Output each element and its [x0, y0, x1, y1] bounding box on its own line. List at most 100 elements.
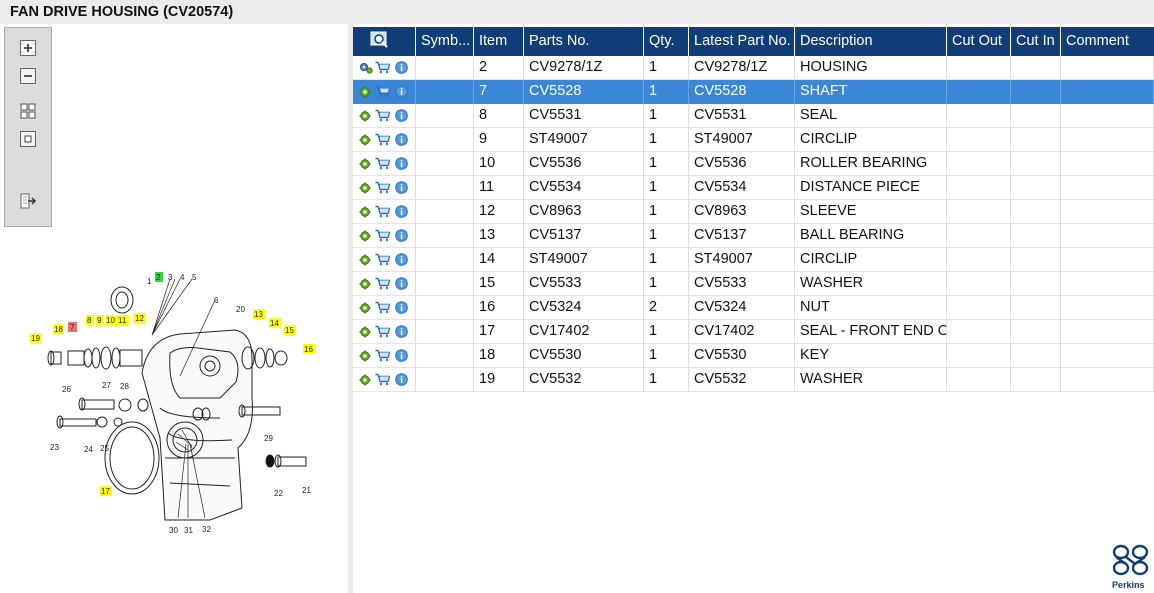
svg-text:2: 2 — [156, 273, 161, 282]
cut-in-cell — [1011, 104, 1061, 128]
table-row[interactable]: 7 CV5528 1 CV5528 SHAFT — [353, 80, 1154, 104]
symbol-cell — [416, 128, 474, 152]
cart-icon[interactable] — [375, 325, 391, 342]
gear-icon[interactable] — [359, 326, 371, 342]
svg-text:29: 29 — [264, 434, 273, 443]
info-icon[interactable] — [395, 325, 408, 342]
table-row[interactable]: 17 CV17402 1 CV17402 SEAL - FRONT END OI — [353, 320, 1154, 344]
info-icon[interactable] — [395, 277, 408, 294]
gear-icon[interactable] — [359, 86, 371, 102]
cut-out-cell — [947, 200, 1011, 224]
info-icon[interactable] — [395, 157, 408, 174]
item-cell: 17 — [474, 320, 524, 344]
table-row[interactable]: 11 CV5534 1 CV5534 DISTANCE PIECE — [353, 176, 1154, 200]
gear-icon[interactable] — [359, 158, 371, 174]
header-description[interactable]: Description — [795, 27, 947, 56]
header-comment[interactable]: Comment — [1061, 27, 1154, 56]
info-icon[interactable] — [395, 181, 408, 198]
table-row[interactable]: 13 CV5137 1 CV5137 BALL BEARING — [353, 224, 1154, 248]
export-button[interactable] — [18, 191, 38, 211]
cart-icon[interactable] — [375, 181, 391, 198]
info-icon[interactable] — [395, 301, 408, 318]
item-cell: 12 — [474, 200, 524, 224]
gear-icon[interactable] — [359, 278, 371, 294]
cart-icon[interactable] — [375, 277, 391, 294]
header-parts-no[interactable]: Parts No. — [524, 27, 644, 56]
cart-icon[interactable] — [375, 349, 391, 366]
cart-icon[interactable] — [375, 205, 391, 222]
cut-in-cell — [1011, 224, 1061, 248]
svg-text:19: 19 — [31, 334, 40, 343]
qty-cell: 1 — [644, 152, 689, 176]
gears-icon[interactable] — [359, 62, 373, 78]
icons-cell — [353, 152, 416, 176]
cart-icon[interactable] — [375, 229, 391, 246]
qty-cell: 1 — [644, 272, 689, 296]
gear-icon[interactable] — [359, 182, 371, 198]
cart-icon[interactable] — [375, 109, 391, 126]
header-symbol[interactable]: Symb... — [416, 27, 474, 56]
icons-cell — [353, 224, 416, 248]
exploded-parts-diagram[interactable]: 1 2 3 4 5 6 7 18 19 8 9 10 11 12 20 13 1… — [20, 258, 320, 548]
cut-out-cell — [947, 80, 1011, 104]
gear-icon[interactable] — [359, 350, 371, 366]
table-row[interactable]: 16 CV5324 2 CV5324 NUT — [353, 296, 1154, 320]
info-icon[interactable] — [395, 205, 408, 222]
comment-cell — [1061, 296, 1154, 320]
latest-part-no-cell: CV5324 — [689, 296, 795, 320]
actual-size-button[interactable] — [18, 129, 38, 149]
table-row[interactable]: 2 CV9278/1Z 1 CV9278/1Z HOUSING — [353, 56, 1154, 80]
info-icon[interactable] — [395, 133, 408, 150]
cart-icon[interactable] — [375, 133, 391, 150]
cart-icon[interactable] — [375, 61, 391, 78]
info-icon[interactable] — [395, 229, 408, 246]
info-icon[interactable] — [395, 373, 408, 390]
gear-icon[interactable] — [359, 374, 371, 390]
qty-cell: 1 — [644, 56, 689, 80]
svg-text:7: 7 — [70, 323, 75, 332]
info-icon[interactable] — [395, 253, 408, 270]
svg-text:6: 6 — [214, 296, 219, 305]
comment-cell — [1061, 224, 1154, 248]
header-cut-out[interactable]: Cut Out — [947, 27, 1011, 56]
cart-icon[interactable] — [375, 253, 391, 270]
header-cut-in[interactable]: Cut In — [1011, 27, 1061, 56]
gear-icon[interactable] — [359, 254, 371, 270]
gear-icon[interactable] — [359, 134, 371, 150]
header-latest-part-no[interactable]: Latest Part No. — [689, 27, 795, 56]
gear-icon[interactable] — [359, 230, 371, 246]
table-row[interactable]: 19 CV5532 1 CV5532 WASHER — [353, 368, 1154, 392]
table-row[interactable]: 14 ST49007 1 ST49007 CIRCLIP — [353, 248, 1154, 272]
header-qty[interactable]: Qty. — [644, 27, 689, 56]
info-icon[interactable] — [395, 109, 408, 126]
cart-icon[interactable] — [375, 157, 391, 174]
table-row[interactable]: 9 ST49007 1 ST49007 CIRCLIP — [353, 128, 1154, 152]
table-row[interactable]: 15 CV5533 1 CV5533 WASHER — [353, 272, 1154, 296]
info-icon[interactable] — [395, 85, 408, 102]
info-icon[interactable] — [395, 61, 408, 78]
symbol-cell — [416, 320, 474, 344]
parts-no-cell: ST49007 — [524, 128, 644, 152]
table-row[interactable]: 18 CV5530 1 CV5530 KEY — [353, 344, 1154, 368]
svg-text:9: 9 — [97, 316, 102, 325]
header-item[interactable]: Item — [474, 27, 524, 56]
table-row[interactable]: 8 CV5531 1 CV5531 SEAL — [353, 104, 1154, 128]
gear-icon[interactable] — [359, 206, 371, 222]
comment-cell — [1061, 80, 1154, 104]
fit-all-button[interactable] — [18, 101, 38, 121]
table-row[interactable]: 12 CV8963 1 CV8963 SLEEVE — [353, 200, 1154, 224]
info-icon[interactable] — [395, 349, 408, 366]
gear-icon[interactable] — [359, 302, 371, 318]
cart-icon[interactable] — [375, 301, 391, 318]
latest-part-no-cell: CV9278/1Z — [689, 56, 795, 80]
comment-cell — [1061, 272, 1154, 296]
zoom-in-button[interactable] — [18, 38, 38, 58]
cart-icon[interactable] — [375, 85, 391, 102]
cart-icon[interactable] — [375, 373, 391, 390]
table-row[interactable]: 10 CV5536 1 CV5536 ROLLER BEARING — [353, 152, 1154, 176]
zoom-out-button[interactable] — [18, 66, 38, 86]
header-search[interactable] — [353, 27, 416, 56]
svg-text:11: 11 — [118, 316, 127, 325]
gear-icon[interactable] — [359, 110, 371, 126]
comment-cell — [1061, 128, 1154, 152]
